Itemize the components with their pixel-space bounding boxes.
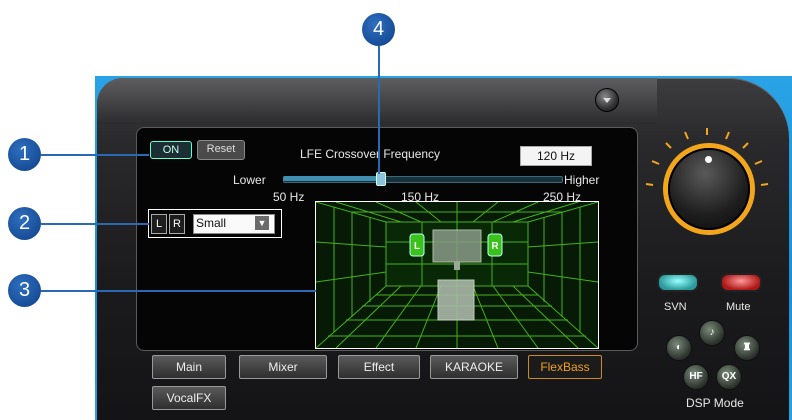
crossover-slider-fill — [283, 176, 379, 181]
tab-karaoke[interactable]: KARAOKE — [430, 355, 518, 379]
callout-4: 4 — [362, 13, 395, 46]
callout-1: 1 — [8, 138, 41, 171]
svn-button[interactable] — [657, 273, 699, 292]
dsp-movie-icon[interactable]: ◐ — [666, 335, 692, 361]
on-button[interactable]: ON — [150, 141, 192, 159]
right-speaker-toggle[interactable]: R — [169, 214, 185, 234]
tab-effect[interactable]: Effect — [338, 355, 420, 379]
svn-label: SVN — [664, 301, 687, 313]
volume-indicator — [705, 156, 712, 163]
device-top-bevel — [97, 78, 657, 124]
callout-2: 2 — [8, 207, 41, 240]
room-visualization: L R — [315, 201, 599, 349]
chevron-down-icon[interactable]: ▼ — [255, 216, 269, 230]
crossover-title: LFE Crossover Frequency — [300, 147, 441, 161]
crossover-slider-thumb[interactable] — [376, 172, 386, 186]
room-right-speaker-label: R — [491, 241, 499, 252]
mute-button[interactable] — [720, 273, 762, 292]
callout-1-line — [41, 154, 149, 156]
dsp-game-icon[interactable]: ♜ — [734, 335, 760, 361]
dsp-music-icon[interactable]: ♪ — [699, 320, 725, 346]
menu-arrow-icon[interactable] — [595, 88, 619, 112]
mute-label: Mute — [726, 301, 751, 313]
room-left-speaker-label: L — [414, 241, 420, 252]
left-speaker-toggle[interactable]: L — [151, 214, 167, 234]
lower-label: Lower — [233, 173, 266, 187]
tab-mixer[interactable]: Mixer — [239, 355, 327, 379]
higher-label: Higher — [564, 173, 600, 187]
callout-2-line — [41, 223, 149, 225]
tick-label-50: 50 Hz — [273, 190, 305, 204]
tab-vocalfx[interactable]: VocalFX — [152, 386, 226, 410]
speaker-size-value: Small — [196, 216, 227, 230]
dsp-qx-button[interactable]: QX — [716, 364, 742, 390]
callout-3-line — [41, 290, 316, 292]
callout-3: 3 — [8, 274, 41, 307]
crossover-frequency-value: 120 Hz — [520, 146, 592, 166]
dsp-mode-label: DSP Mode — [686, 396, 744, 410]
tab-flexbass[interactable]: FlexBass — [528, 355, 602, 379]
tab-main[interactable]: Main — [152, 355, 226, 379]
reset-button[interactable]: Reset — [197, 140, 245, 160]
callout-4-line — [378, 46, 380, 174]
dsp-hf-button[interactable]: HF — [683, 364, 709, 390]
